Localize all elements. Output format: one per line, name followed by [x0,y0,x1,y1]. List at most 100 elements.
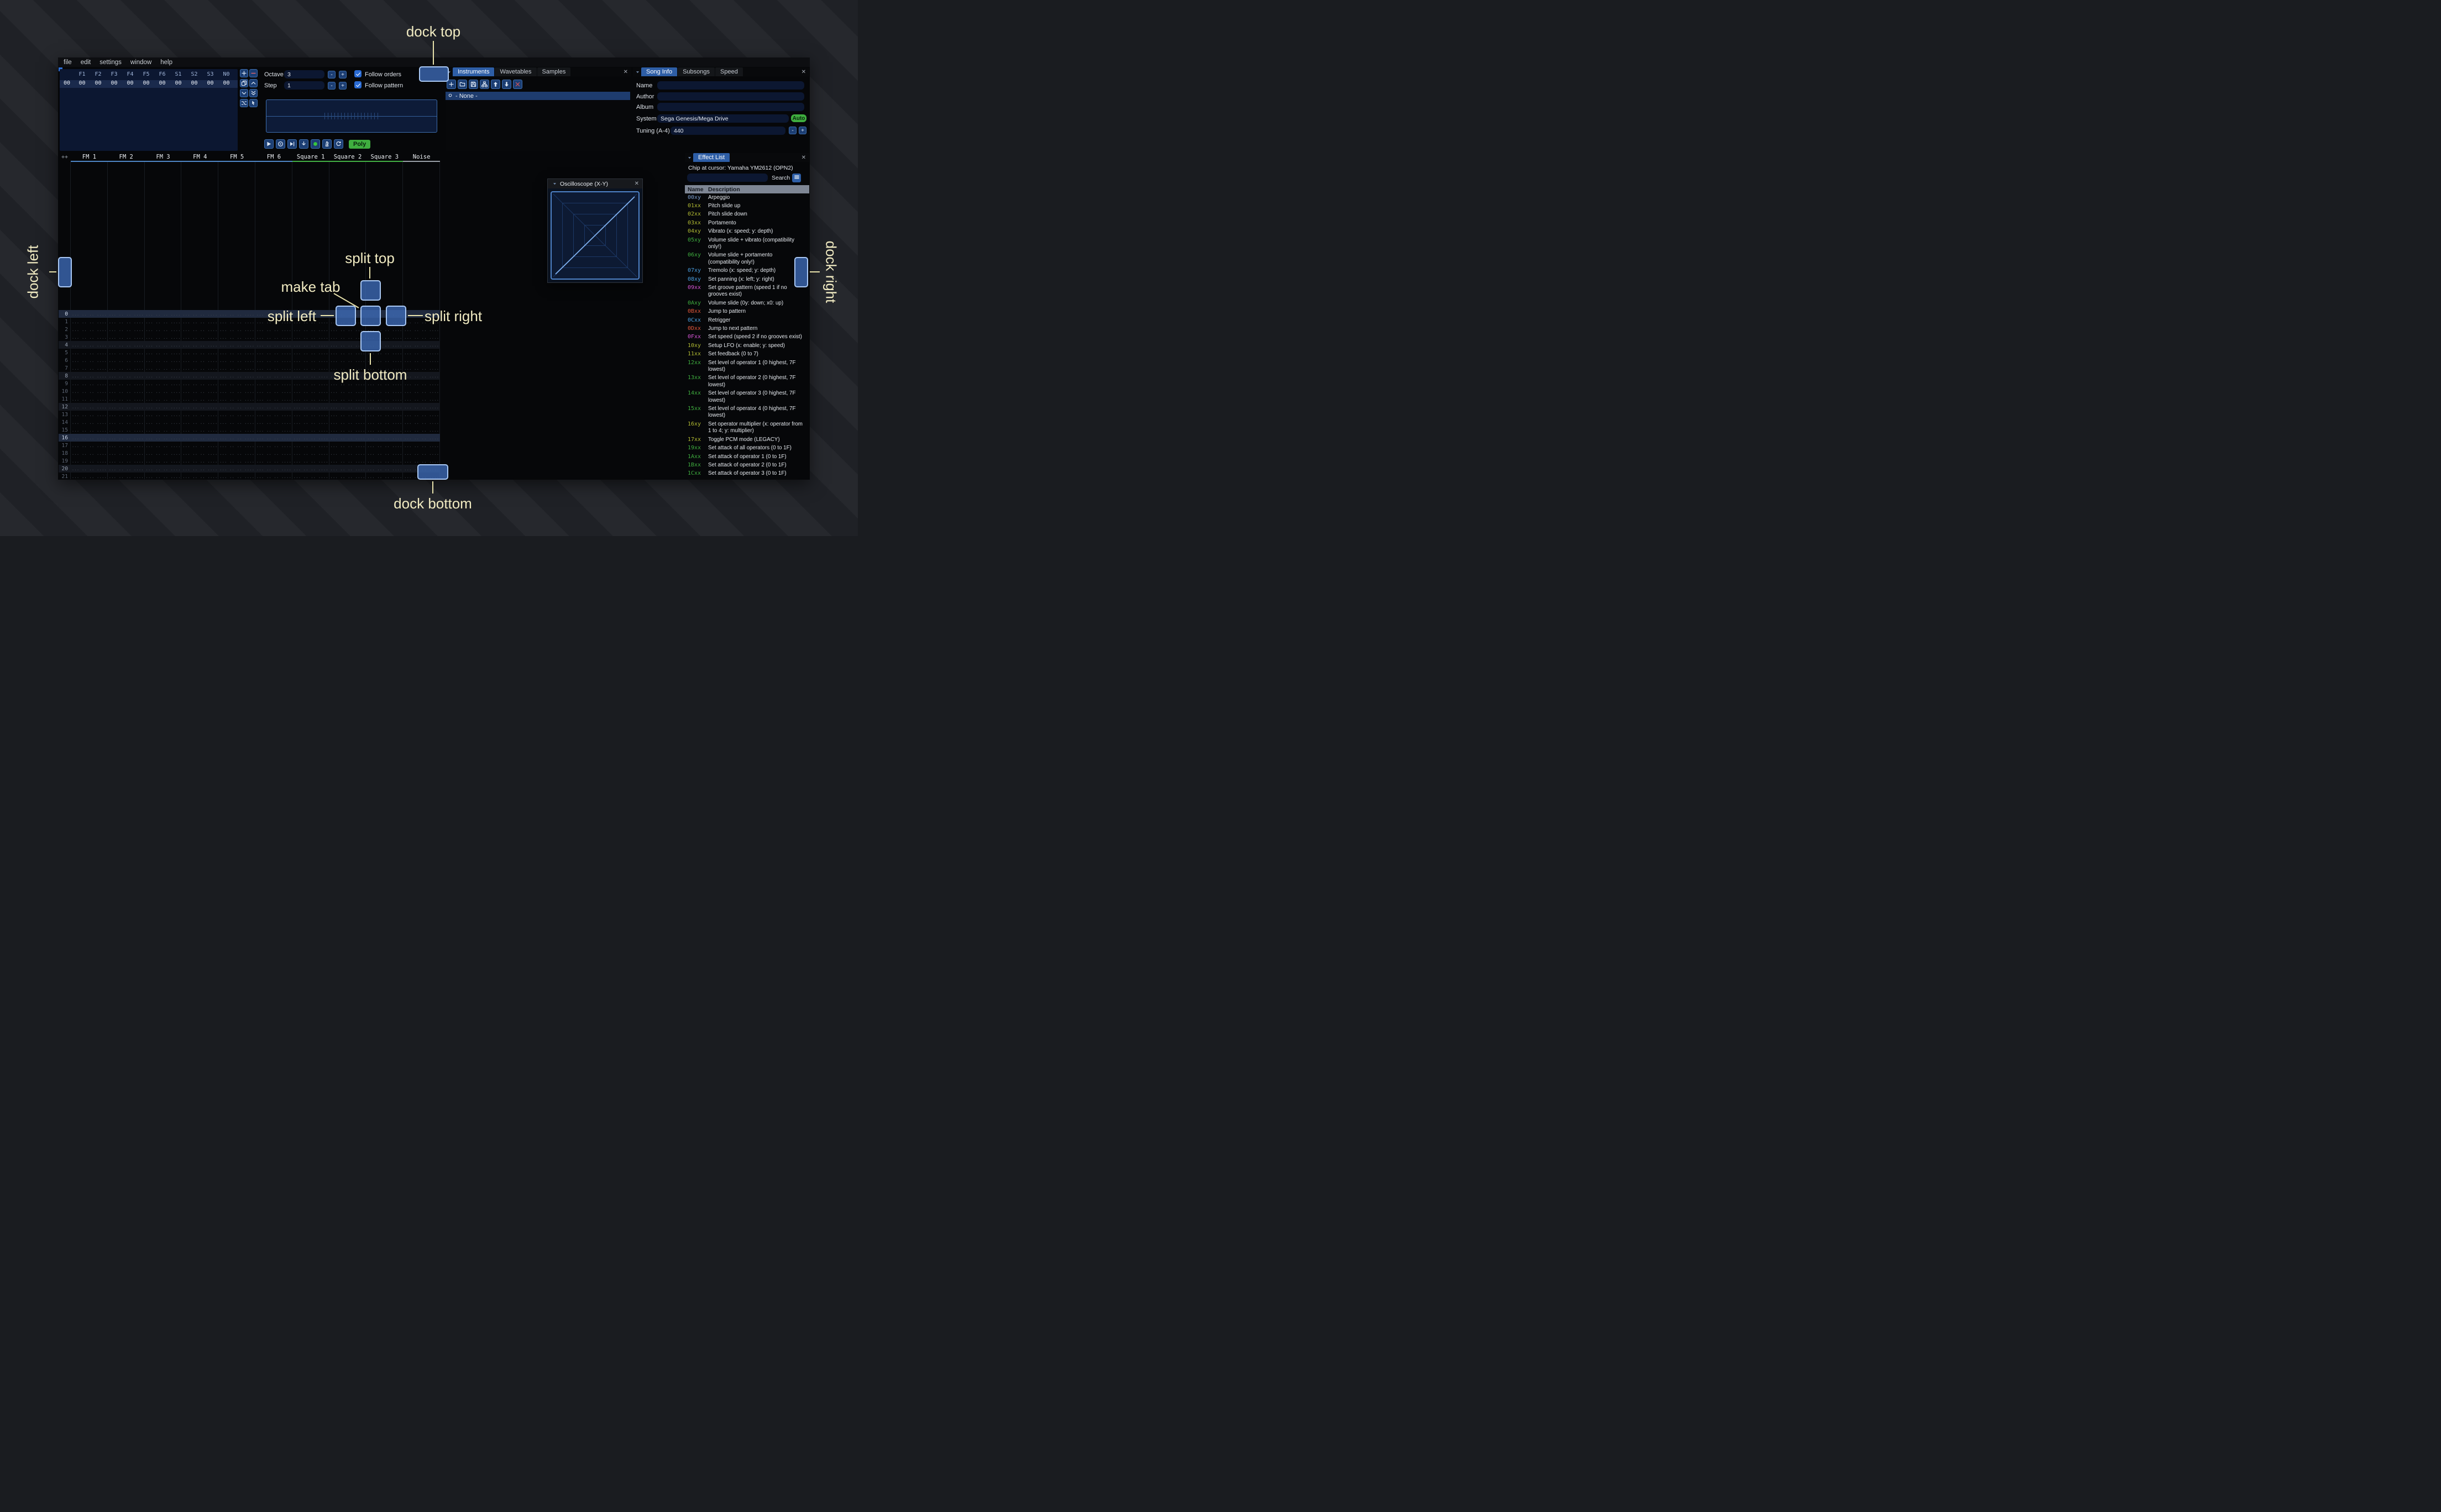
effect-row-01xx[interactable]: 01xx Pitch slide up [685,202,809,210]
poly-button[interactable]: Poly [349,139,371,149]
tuning-input[interactable]: 440 [671,127,785,135]
channel-header-noise[interactable]: Noise [403,153,440,161]
effect-list-menu-button[interactable] [792,174,801,182]
split-target-top[interactable] [360,280,381,301]
effect-row-06xy[interactable]: 06xy Volume slide + portamento (compatibi… [685,251,809,267]
pattern-cell[interactable]: ... .. .. .... [71,412,108,417]
close-song-info-button[interactable]: ✕ [798,67,809,76]
pattern-cell[interactable]: ... .. .. .... [218,350,255,355]
pattern-cell[interactable]: ... .. .. .... [218,319,255,324]
pattern-cell[interactable]: ... .. .. .... [255,459,292,464]
pattern-cell[interactable]: ... .. .. .... [218,312,255,317]
pattern-cell[interactable]: ... .. .. .... [71,405,108,410]
pattern-cell[interactable]: ... .. .. .... [108,397,145,402]
orders-value-F1[interactable]: 00 [74,80,90,88]
pattern-cell[interactable]: ... .. .. .... [218,412,255,417]
pattern-cell[interactable]: ... .. .. .... [181,466,218,471]
pattern-cell[interactable]: ... .. .. .... [218,474,255,479]
pattern-cell[interactable]: ... .. .. .... [71,381,108,386]
pattern-cell[interactable]: ... .. .. .... [71,327,108,332]
move-order-down-button[interactable] [240,89,248,97]
pattern-cell[interactable]: ... .. .. .... [181,335,218,340]
effect-row-03xx[interactable]: 03xx Portamento [685,219,809,227]
metronome-button[interactable] [322,139,332,149]
pattern-cell[interactable]: ... .. .. .... [145,343,182,348]
dock-target-right[interactable] [794,257,808,287]
pattern-cell[interactable]: ... .. .. .... [329,459,366,464]
add-order-button[interactable] [240,69,248,77]
pattern-cell[interactable]: ... .. .. .... [292,374,329,379]
pattern-cell[interactable]: ... .. .. .... [108,428,145,433]
pattern-cell[interactable]: ... .. .. .... [145,459,182,464]
pattern-cell[interactable]: ... .. .. .... [71,451,108,456]
split-target-center-make-tab[interactable] [360,306,381,326]
play-once-button[interactable] [287,139,297,149]
pattern-cell[interactable]: ... .. .. .... [108,312,145,317]
pattern-cell[interactable]: ... .. .. .... [255,381,292,386]
step-decrease-button[interactable]: - [328,82,336,90]
tab-subsongs[interactable]: Subsongs [678,67,715,76]
pattern-cell[interactable]: ... .. .. .... [108,443,145,448]
pattern-cell[interactable]: ... .. .. .... [403,459,440,464]
pattern-cell[interactable]: ... .. .. .... [292,327,329,332]
pattern-cell[interactable]: ... .. .. .... [366,443,403,448]
pattern-cell[interactable]: ... .. .. .... [329,405,366,410]
pattern-cell[interactable]: ... .. .. .... [181,327,218,332]
pattern-cell[interactable]: ... .. .. .... [108,405,145,410]
pattern-cell[interactable]: ... .. .. .... [403,335,440,340]
system-auto-button[interactable]: Auto [791,114,806,122]
pattern-cell[interactable]: ... .. .. .... [108,459,145,464]
effect-row-08xy[interactable]: 08xy Set panning (x: left; y: right) [685,275,809,284]
pattern-cell[interactable]: ... .. .. .... [218,343,255,348]
channel-header-fm-4[interactable]: FM 4 [181,153,218,161]
duplicate-order-to-end-button[interactable] [249,89,258,97]
effect-row-0Cxx[interactable]: 0Cxx Retrigger [685,316,809,324]
pattern-cell[interactable]: ... .. .. .... [181,435,218,440]
pattern-cell[interactable]: ... .. .. .... [218,428,255,433]
pattern-cell[interactable]: ... .. .. .... [255,350,292,355]
pattern-cell[interactable]: ... .. .. .... [292,412,329,417]
collapse-arrow-icon[interactable] [633,67,641,76]
menu-window[interactable]: window [130,59,151,66]
orders-value-N0[interactable]: 00 [218,80,234,88]
pattern-cell[interactable]: ... .. .. .... [108,451,145,456]
orders-col-N0[interactable]: N0 [218,71,234,79]
pattern-cell[interactable]: ... .. .. .... [255,428,292,433]
pattern-cell[interactable]: ... .. .. .... [71,343,108,348]
orders-col-S2[interactable]: S2 [186,71,202,79]
pattern-cell[interactable]: ... .. .. .... [329,358,366,363]
split-target-right[interactable] [386,306,406,326]
close-oscilloscope-button[interactable]: ✕ [631,181,642,187]
pattern-cell[interactable]: ... .. .. .... [403,420,440,425]
pattern-cell[interactable]: ... .. .. .... [145,389,182,394]
collapse-arrow-icon[interactable] [550,181,558,186]
effect-row-02xx[interactable]: 02xx Pitch slide down [685,211,809,219]
pattern-cell[interactable]: ... .. .. .... [292,459,329,464]
pattern-cell[interactable]: ... .. .. .... [218,451,255,456]
pattern-cell[interactable]: ... .. .. .... [292,381,329,386]
pattern-cell[interactable]: ... .. .. .... [292,474,329,479]
pattern-cell[interactable]: ... .. .. .... [255,397,292,402]
pattern-cell[interactable]: ... .. .. .... [181,366,218,371]
channel-header-fm-3[interactable]: FM 3 [145,153,182,161]
pattern-cell[interactable]: ... .. .. .... [403,389,440,394]
orders-value-S2[interactable]: 00 [186,80,202,88]
pattern-cell[interactable]: ... .. .. .... [366,412,403,417]
move-instrument-up-button[interactable] [491,80,500,89]
pattern-cell[interactable]: ... .. .. .... [145,451,182,456]
pattern-cell[interactable]: ... .. .. .... [71,312,108,317]
pattern-cell[interactable]: ... .. .. .... [218,443,255,448]
album-input[interactable] [657,103,804,111]
tab-wavetables[interactable]: Wavetables [495,67,537,76]
pattern-cell[interactable]: ... .. .. .... [71,435,108,440]
pattern-cell[interactable]: ... .. .. .... [403,443,440,448]
pattern-cell[interactable]: ... .. .. .... [218,459,255,464]
pattern-cell[interactable]: ... .. .. .... [292,443,329,448]
duplicate-order-button[interactable] [240,79,248,87]
split-target-left[interactable] [336,306,356,326]
effect-search-input[interactable] [687,174,768,182]
pattern-cell[interactable]: ... .. .. .... [403,397,440,402]
pattern-cell[interactable]: ... .. .. .... [292,350,329,355]
pattern-cell[interactable]: ... .. .. .... [218,435,255,440]
pattern-cell[interactable]: ... .. .. .... [255,327,292,332]
